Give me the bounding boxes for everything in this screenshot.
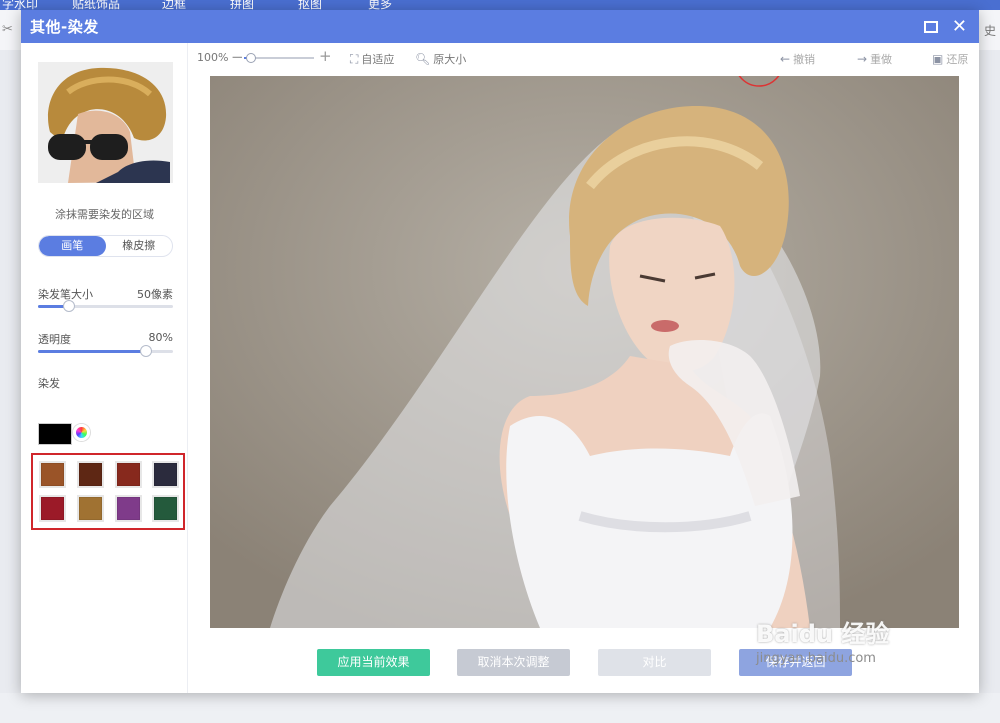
zoom-handle[interactable] [246, 53, 256, 63]
redo-button[interactable]: → 重做 [857, 51, 892, 67]
restore-button[interactable]: ▣ 还原 [932, 51, 968, 67]
color-swatch[interactable] [115, 495, 142, 522]
opacity-value: 80% [148, 331, 173, 344]
undo-button[interactable]: ← 撤销 [780, 51, 815, 67]
scissors-icon[interactable]: ✂ [2, 22, 13, 37]
magnifier-icon: 🔍︎ [415, 52, 431, 66]
undo-label: 撤销 [793, 53, 816, 66]
color-swatch[interactable] [115, 461, 142, 488]
zoom-out-icon[interactable]: − [231, 48, 244, 66]
fit-icon: ⛶ [350, 51, 359, 66]
dye-label: 染发 [38, 377, 60, 390]
canvas-toolbar: 100% − + ⛶ 自适应 🔍︎ 原大小 ← 撤销 → 重做 ▣ 还原 [189, 43, 979, 73]
apply-button[interactable]: 应用当前效果 [317, 649, 430, 676]
preset-colors [31, 453, 185, 530]
fit-button[interactable]: ⛶ 自适应 [350, 51, 394, 67]
color-swatch[interactable] [152, 461, 179, 488]
restore-label: 还原 [946, 53, 969, 66]
close-icon[interactable]: ✕ [952, 17, 967, 36]
opacity-fill [38, 350, 146, 353]
bg-menu-item[interactable]: 字水印 [2, 0, 38, 10]
redo-arrow-icon: → [857, 52, 868, 66]
tool-panel: 涂抹需要染发的区域 画笔 橡皮擦 染发笔大小 50像素 透明度 80% 染发 [21, 43, 188, 693]
bg-menu-item[interactable]: 边框 [162, 0, 186, 10]
zoom-slider[interactable] [244, 53, 314, 63]
watermark-logo: Baidu 经验 [756, 620, 890, 648]
brush-size-slider[interactable] [38, 300, 173, 312]
maximize-icon[interactable] [923, 20, 938, 33]
opacity-label: 透明度 [38, 333, 71, 346]
zoom-percent: 100% [197, 51, 229, 64]
undo-arrow-icon: ← [780, 52, 791, 66]
opacity-row: 透明度 80% [38, 331, 173, 347]
color-swatch[interactable] [77, 461, 104, 488]
bg-menu-item[interactable]: 更多 [368, 0, 392, 10]
dialog-title: 其他-染发 [30, 18, 99, 36]
example-thumbnail [38, 62, 173, 183]
color-swatch[interactable] [152, 495, 179, 522]
color-wheel-icon[interactable] [73, 424, 90, 441]
photo-canvas[interactable] [210, 76, 959, 628]
zoom-in-icon[interactable]: + [319, 47, 332, 65]
bg-menu-item[interactable]: 贴纸饰品 [72, 0, 120, 10]
bg-menu-item[interactable]: 拼图 [230, 0, 254, 10]
fit-label: 自适应 [361, 53, 395, 66]
color-swatch[interactable] [39, 495, 66, 522]
redo-label: 重做 [870, 53, 893, 66]
watermark: Baidu 经验 jingyan.baidu.com [756, 614, 889, 666]
watermark-url: jingyan.baidu.com [756, 651, 876, 666]
opacity-handle[interactable] [140, 345, 152, 357]
image-icon: ▣ [932, 52, 944, 66]
bg-menu-item[interactable]: 抠图 [298, 0, 322, 10]
brush-size-handle[interactable] [63, 300, 76, 312]
color-swatch[interactable] [77, 495, 104, 522]
dye-row: 染发 [38, 375, 173, 391]
color-swatch[interactable] [39, 461, 66, 488]
cancel-adjustment-button[interactable]: 取消本次调整 [457, 649, 570, 676]
background-bottom [0, 693, 1000, 723]
compare-button[interactable]: 对比 [598, 649, 711, 676]
opacity-slider[interactable] [38, 345, 173, 357]
hair-dye-dialog: 其他-染发 ✕ 涂抹需要染发的区域 画笔 橡皮擦 染发笔大小 50像素 透明度 … [21, 10, 979, 693]
brush-size-value: 50像素 [137, 288, 173, 301]
hint-text: 涂抹需要染发的区域 [55, 208, 154, 221]
background-menubar: 字水印 贴纸饰品 边框 拼图 抠图 更多 [0, 0, 1000, 10]
eraser-tab[interactable]: 橡皮擦 [106, 236, 173, 256]
brush-size-row: 染发笔大小 50像素 [38, 286, 173, 302]
original-size-label: 原大小 [433, 53, 467, 66]
brush-tab[interactable]: 画笔 [39, 236, 106, 256]
dialog-titlebar: 其他-染发 ✕ [21, 10, 979, 43]
current-color-swatch[interactable] [38, 423, 72, 445]
bg-history-fragment: 史 [983, 24, 996, 38]
tool-toggle: 画笔 橡皮擦 [38, 235, 173, 257]
original-size-button[interactable]: 🔍︎ 原大小 [415, 51, 466, 67]
